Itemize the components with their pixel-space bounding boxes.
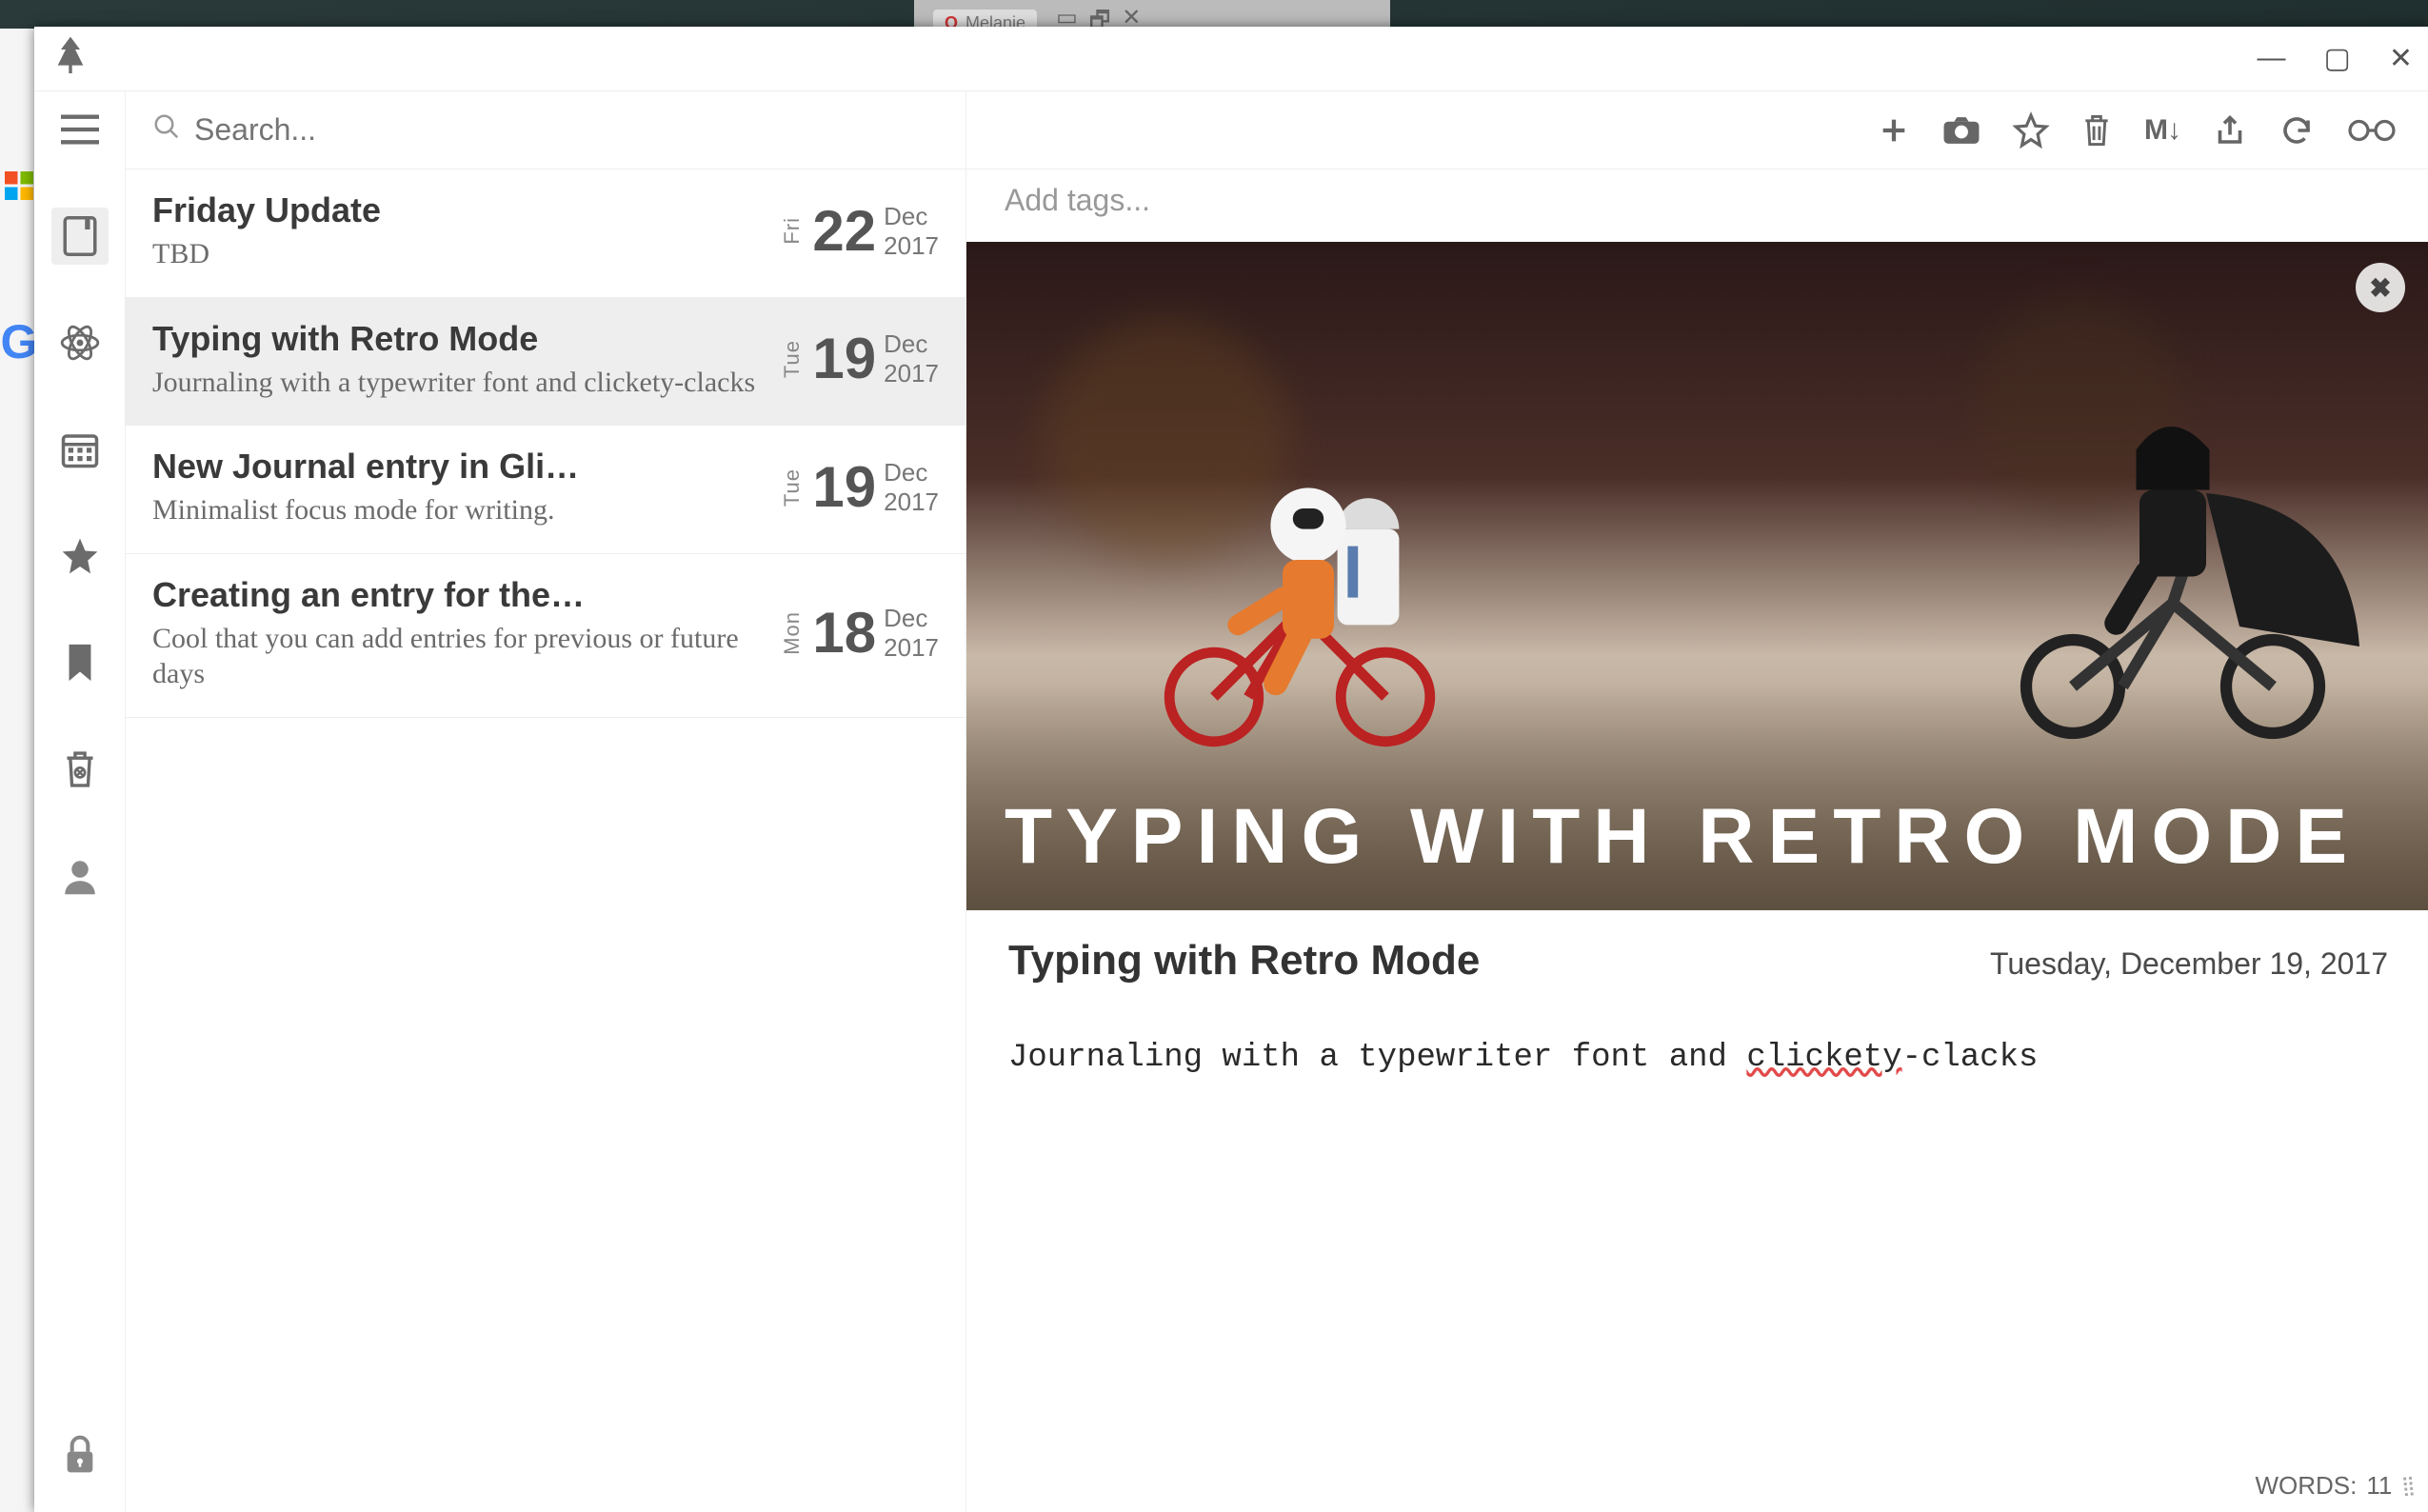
article-text: -clacks	[1902, 1040, 2039, 1076]
entry-title: Friday Update	[152, 190, 765, 230]
search-icon	[152, 112, 181, 149]
entry-title: Typing with Retro Mode	[152, 319, 765, 359]
sync-icon[interactable]	[2279, 113, 2314, 148]
entry-item[interactable]: New Journal entry in Gli… Minimalist foc…	[126, 426, 965, 554]
entry-year: 2017	[884, 633, 939, 663]
camera-icon[interactable]	[1942, 114, 1980, 147]
window-titlebar: — ▢ ✕	[34, 27, 2428, 91]
search-row	[126, 91, 965, 169]
entry-subtitle: Cool that you can add entries for previo…	[152, 621, 765, 692]
article-text: Journaling with a typewriter font and	[1008, 1040, 1746, 1076]
entry-title: Creating an entry for the…	[152, 575, 765, 615]
entry-year: 2017	[884, 359, 939, 388]
content-toolbar: M↓	[966, 91, 2428, 169]
status-bar: WORDS: 11 ⣿	[2255, 1471, 2413, 1501]
entry-subtitle: Minimalist focus mode for writing.	[152, 492, 765, 528]
entry-date: Fri 22 Dec2017	[780, 190, 939, 272]
entry-month: Dec	[884, 202, 939, 231]
resize-grip-icon[interactable]: ⣿	[2400, 1473, 2414, 1498]
hero-title: TYPING WITH RETRO MODE	[1005, 792, 2392, 882]
entry-item[interactable]: Typing with Retro Mode Journaling with a…	[126, 298, 965, 427]
profile-icon[interactable]	[51, 847, 109, 905]
entry-year: 2017	[884, 231, 939, 261]
entry-day: 19	[812, 459, 876, 516]
menu-icon[interactable]	[51, 101, 109, 158]
google-g-icon: G	[1, 314, 38, 369]
entry-weekday: Mon	[780, 611, 805, 655]
trash-icon[interactable]	[51, 741, 109, 798]
desktop-background: G O Melanie ▭ 🗗 ✕ — ▢ ✕	[0, 0, 2428, 1512]
entry-title: New Journal entry in Gli…	[152, 447, 765, 487]
add-entry-button[interactable]	[1878, 114, 1910, 147]
search-input[interactable]	[194, 112, 939, 148]
entry-item[interactable]: Creating an entry for the… Cool that you…	[126, 554, 965, 718]
calendar-icon[interactable]	[51, 421, 109, 478]
tags-placeholder: Add tags...	[1005, 183, 1150, 218]
entry-weekday: Fri	[780, 217, 805, 245]
atom-icon[interactable]	[51, 314, 109, 371]
hero-image: TYPING WITH RETRO MODE ✖	[966, 242, 2428, 910]
entry-list-panel: Friday Update TBD Fri 22 Dec2017 Typing …	[126, 91, 966, 1512]
lock-icon[interactable]	[51, 1426, 109, 1483]
hero-figure-astronaut	[1128, 406, 1471, 748]
tags-row[interactable]: Add tags...	[966, 169, 2428, 242]
content-pane: M↓ Add tags...	[966, 91, 2428, 1512]
window-controls: — ▢ ✕	[2258, 42, 2414, 75]
entry-day: 19	[812, 330, 876, 388]
article-date: Tuesday, December 19, 2017	[1990, 946, 2388, 982]
entry-date: Tue 19 Dec2017	[780, 447, 939, 528]
entry-day: 18	[812, 605, 876, 662]
close-button[interactable]: ✕	[2389, 42, 2413, 75]
hero-figure-vader	[1973, 387, 2373, 748]
entry-weekday: Tue	[780, 468, 805, 507]
entry-date: Tue 19 Dec2017	[780, 319, 939, 401]
markdown-icon[interactable]: M↓	[2144, 114, 2180, 147]
entry-month: Dec	[884, 329, 939, 359]
star-icon[interactable]	[51, 527, 109, 585]
app-logo-icon	[51, 33, 90, 85]
entry-date: Mon 18 Dec2017	[780, 575, 939, 692]
journal-app-window: — ▢ ✕	[34, 27, 2428, 1512]
entry-month: Dec	[884, 604, 939, 633]
word-count-value: 11	[2366, 1471, 2392, 1501]
entry-subtitle: TBD	[152, 236, 765, 272]
entry-list: Friday Update TBD Fri 22 Dec2017 Typing …	[126, 169, 965, 1512]
entry-day: 22	[812, 203, 876, 260]
share-icon[interactable]	[2213, 113, 2247, 148]
maximize-button[interactable]: ▢	[2324, 42, 2351, 75]
background-window-strip: G	[0, 29, 38, 1512]
article-header: Typing with Retro Mode Tuesday, December…	[966, 910, 2428, 992]
spellcheck-word[interactable]: clickety	[1746, 1040, 1901, 1076]
minimize-button[interactable]: —	[2258, 42, 2286, 75]
entry-subtitle: Journaling with a typewriter font and cl…	[152, 365, 765, 401]
sidebar	[34, 91, 126, 1512]
entry-weekday: Tue	[780, 340, 805, 378]
bookmark-icon[interactable]	[51, 634, 109, 691]
entry-year: 2017	[884, 487, 939, 517]
delete-icon[interactable]	[2081, 112, 2112, 149]
microsoft-logo-icon	[5, 171, 33, 200]
journal-view-icon[interactable]	[51, 208, 109, 265]
word-count-label: WORDS:	[2255, 1471, 2357, 1501]
entry-item[interactable]: Friday Update TBD Fri 22 Dec2017	[126, 169, 965, 298]
hero-close-button[interactable]: ✖	[2356, 263, 2405, 312]
article-body[interactable]: Journaling with a typewriter font and cl…	[966, 992, 2428, 1124]
favorite-icon[interactable]	[2013, 112, 2049, 149]
glasses-icon[interactable]	[2346, 117, 2398, 144]
entry-month: Dec	[884, 458, 939, 487]
article-title[interactable]: Typing with Retro Mode	[1008, 937, 1480, 985]
